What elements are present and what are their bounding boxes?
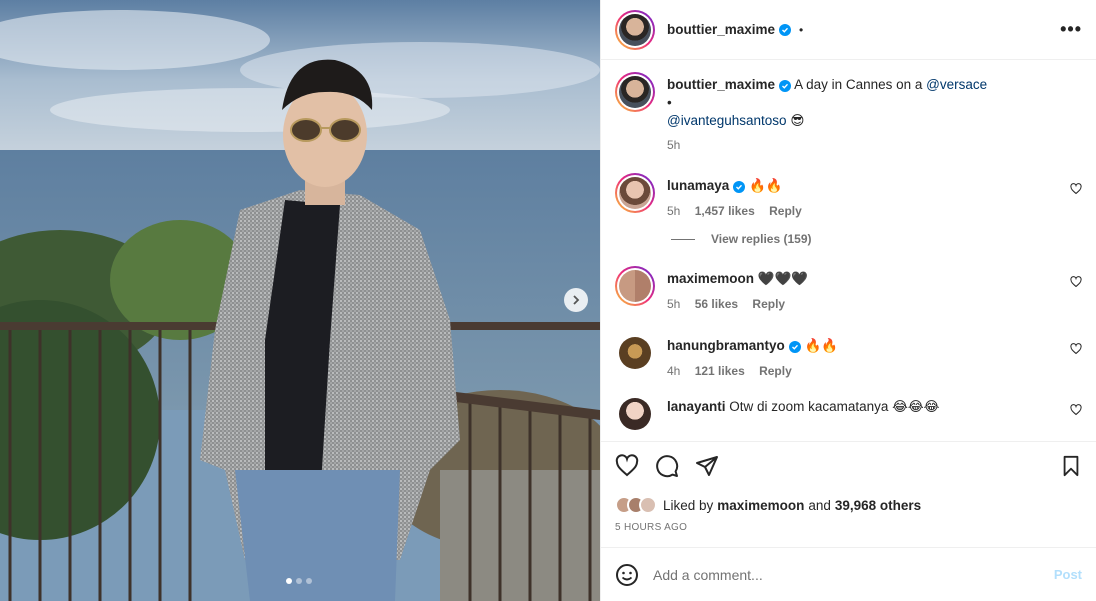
avatar: [639, 496, 657, 514]
comment-item: lunamaya 🔥🔥 5h 1,457 likes Reply: [615, 173, 1082, 218]
comment-like-icon[interactable]: [1070, 183, 1082, 195]
caption-bullet: •: [667, 95, 672, 110]
reply-button[interactable]: Reply: [752, 297, 785, 311]
reply-button[interactable]: Reply: [769, 204, 802, 218]
avatar[interactable]: [619, 13, 651, 46]
comment-likes[interactable]: 56 likes: [695, 297, 738, 311]
reply-button[interactable]: Reply: [759, 364, 792, 378]
comment-time: 5h: [667, 204, 681, 218]
comments-list[interactable]: bouttier_maxime A day in Cannes on a @ve…: [601, 60, 1096, 441]
post-header: bouttier_maxime • •••: [601, 0, 1096, 60]
carousel-indicator: [286, 578, 312, 584]
add-comment-bar: Post: [601, 547, 1096, 601]
post-timestamp[interactable]: 5 HOURS AGO: [615, 522, 1082, 533]
comment-time: 5h: [667, 297, 681, 311]
comment-likes[interactable]: 121 likes: [695, 364, 745, 378]
comment-like-icon[interactable]: [1070, 276, 1082, 288]
caption-emoji: 😎: [790, 113, 805, 128]
comment-text: 🔥🔥: [749, 178, 783, 193]
chevron-right-icon: [573, 295, 580, 305]
comment-icon[interactable]: [655, 454, 679, 478]
caption-mention-link[interactable]: @versace: [926, 77, 987, 92]
caption-text: A day in Cannes on a: [794, 77, 923, 92]
comment-like-icon[interactable]: [1070, 404, 1082, 416]
divider: [671, 238, 695, 240]
caption-username[interactable]: bouttier_maxime: [667, 77, 775, 92]
likes-summary: Liked by maximemoon and 39,968 others: [615, 496, 1082, 514]
post-image: [0, 0, 600, 601]
comment-username[interactable]: maximemoon: [667, 271, 754, 286]
caption-mention-link[interactable]: @ivanteguhsantoso: [667, 113, 787, 128]
comment-text: 🔥🔥: [804, 338, 839, 353]
caption-time: 5h: [667, 138, 681, 152]
liked-by-prefix: Liked by: [663, 497, 714, 513]
author-avatar-ring[interactable]: [615, 72, 655, 112]
comment-time: 4h: [667, 364, 681, 378]
avatar[interactable]: [619, 398, 651, 430]
send-icon[interactable]: [695, 454, 719, 478]
more-icon[interactable]: •••: [1060, 19, 1082, 40]
avatar[interactable]: [619, 270, 651, 302]
comment-item: hanungbramantyo 🔥🔥 4h 121 likes Reply: [615, 333, 1082, 378]
liked-by-user[interactable]: maximemoon: [717, 498, 804, 513]
view-replies-label: View replies (159): [711, 232, 812, 246]
comment-like-icon[interactable]: [1070, 343, 1082, 355]
comment-username[interactable]: lanayanti: [667, 399, 726, 414]
commenter-avatar-ring[interactable]: [615, 173, 655, 213]
comment-item: lanayanti Otw di zoom kacamatanya 😂😂😂: [615, 398, 1082, 438]
post-comment-button[interactable]: Post: [1054, 567, 1082, 582]
verified-icon: [733, 181, 746, 193]
carousel-dot: [286, 578, 292, 584]
comment-likes[interactable]: 1,457 likes: [695, 204, 755, 218]
avatar[interactable]: [619, 76, 651, 108]
heart-icon[interactable]: [615, 454, 639, 478]
author-avatar-ring[interactable]: [615, 9, 655, 50]
verified-icon: [788, 341, 801, 353]
next-photo-button[interactable]: [564, 288, 588, 312]
carousel-dot: [296, 578, 302, 584]
emoji-icon[interactable]: [615, 563, 639, 587]
comment-input[interactable]: [653, 566, 1054, 583]
header-separator: •: [799, 22, 804, 37]
caption: bouttier_maxime A day in Cannes on a @ve…: [615, 72, 1082, 152]
post-photo[interactable]: [0, 0, 600, 601]
comment-username[interactable]: lunamaya: [667, 178, 729, 193]
avatar[interactable]: [619, 337, 651, 369]
post-actions: Liked by maximemoon and 39,968 others 5 …: [601, 441, 1096, 533]
comment-username[interactable]: hanungbramantyo: [667, 338, 785, 353]
comment-text: 🖤🖤🖤: [757, 271, 809, 286]
carousel-dot: [306, 578, 312, 584]
bookmark-icon[interactable]: [1060, 455, 1082, 477]
likes-count[interactable]: 39,968 others: [835, 498, 921, 513]
verified-icon: [779, 23, 792, 36]
liked-by-middle: and: [808, 497, 831, 513]
post-panel: bouttier_maxime • ••• bouttier_maxime A …: [600, 0, 1096, 601]
view-replies-button[interactable]: View replies (159): [671, 232, 1082, 246]
comment-text: Otw di zoom kacamatanya 😂😂😂: [729, 399, 940, 414]
comment-item: maximemoon 🖤🖤🖤 5h 56 likes Reply: [615, 266, 1082, 311]
avatar[interactable]: [619, 177, 651, 209]
commenter-avatar-ring[interactable]: [615, 266, 655, 306]
verified-icon: [779, 80, 792, 92]
author-username[interactable]: bouttier_maxime: [667, 22, 775, 37]
